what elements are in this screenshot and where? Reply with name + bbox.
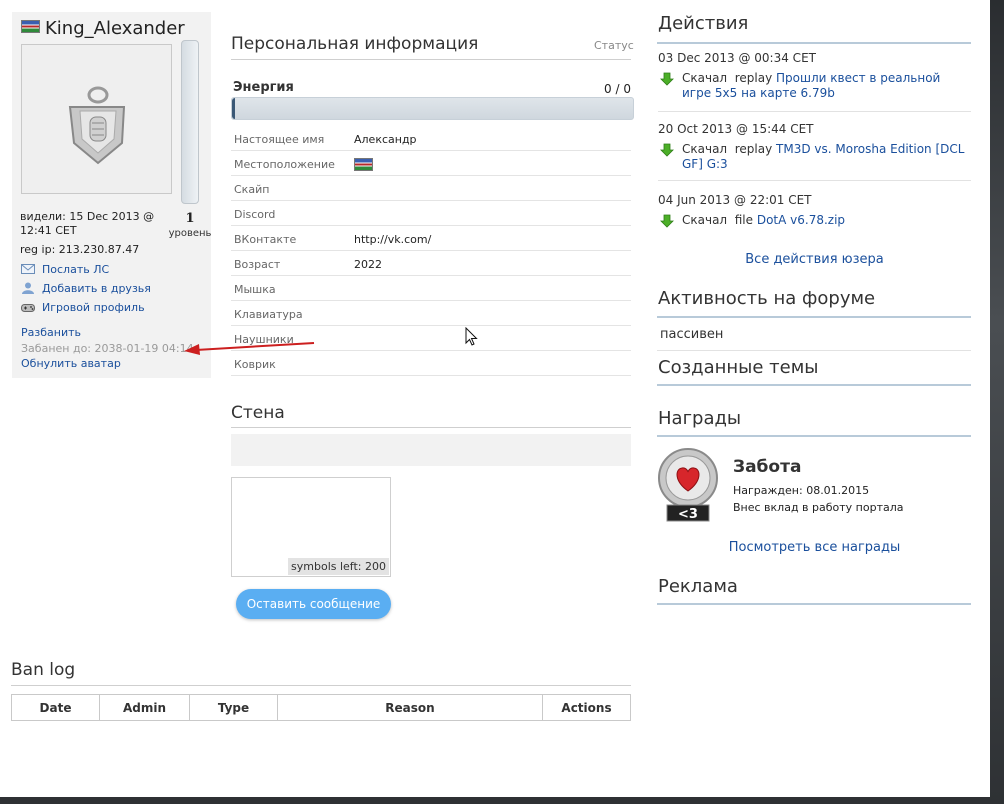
avatar [21,44,172,194]
col-date: Date [11,694,100,721]
col-admin: Admin [99,694,190,721]
window-background-edge [990,0,1004,804]
all-awards-link[interactable]: Посмотреть все награды [658,540,971,555]
window-background-edge [0,797,990,804]
symbols-left-counter: symbols left: 200 [288,558,389,575]
level-label: уровень [168,228,212,239]
awards-title: Награды [658,408,742,429]
wall-title: Стена [231,403,285,423]
ban-log-title: Ban log [11,660,76,680]
level-progress-bar [181,40,199,204]
country-flag-icon [21,20,40,33]
user-add-icon [22,282,34,294]
info-row-skype: Скайп [231,176,631,201]
info-row-vk: ВКонтакте http://vk.com/ [231,226,631,251]
status-label: Статус [594,39,634,52]
award-name: Забота [733,457,802,477]
ban-log-table: Date Admin Type Reason Actions [11,694,631,721]
activity-item: 03 Dec 2013 @ 00:34 CET Скачал replay Пр… [658,51,971,112]
col-actions: Actions [542,694,631,721]
banned-until: Забанен до: 2038-01-19 04:14 [21,342,194,355]
last-seen: видели: 15 Dec 2013 @ 12:41 CET [20,210,155,237]
activity-link[interactable]: DotA v6.78.zip [757,213,845,227]
divider [231,59,631,60]
info-row-keyboard: Клавиатура [231,301,631,326]
unban-link[interactable]: Разбанить [21,326,81,339]
reg-ip: reg ip: 213.230.87.47 [20,243,140,256]
forum-activity-title: Активность на форуме [658,288,876,309]
mouse-cursor-icon [465,327,478,346]
divider [231,427,631,428]
download-arrow-icon [660,143,674,157]
energy-label: Энергия [233,80,294,95]
heart-award-icon: <3 [658,448,718,522]
divider [11,685,631,686]
download-arrow-icon [660,214,674,228]
gamepad-icon [21,304,35,312]
add-friend-link[interactable]: Добавить в друзья [21,282,151,295]
col-reason: Reason [277,694,543,721]
crest-avatar-icon [68,86,126,165]
info-row-discord: Discord [231,201,631,226]
actions-title: Действия [658,13,749,34]
envelope-icon [21,264,35,274]
download-arrow-icon [660,72,674,86]
created-topics-title: Созданные темы [658,357,819,378]
col-type: Type [189,694,278,721]
all-actions-link[interactable]: Все действия юзера [658,252,971,267]
info-row-headphones: Наушники [231,326,631,351]
energy-progress-fill [232,98,235,119]
energy-progress-bar [231,97,634,120]
wall-posts-area [231,434,631,466]
send-message-link[interactable]: Послать ЛС [21,263,109,276]
info-row-location: Местоположение [231,151,631,176]
game-profile-link[interactable]: Игровой профиль [21,301,145,314]
country-flag-icon [354,158,373,171]
divider [657,603,971,605]
divider [657,42,971,44]
personal-info-title: Персональная информация [231,34,479,54]
info-row-age: Возраст 2022 [231,251,631,276]
ads-title: Реклама [658,576,738,597]
personal-info-list: Настоящее имя Александр Местоположение С… [231,126,631,376]
forum-activity-status: пассивен [660,327,724,342]
page: King_Alexander 1 уровень видели: 15 Dec … [0,0,990,797]
level-number: 1 [185,211,195,226]
info-row-mouse: Мышка [231,276,631,301]
energy-value: 0 / 0 [604,82,631,96]
divider [657,350,971,351]
wall-message-input[interactable]: symbols left: 200 [231,477,391,577]
profile-card: King_Alexander 1 уровень видели: 15 Dec … [12,12,211,378]
divider [657,384,971,386]
divider [657,316,971,318]
award-date: Награжден: 08.01.2015 [733,484,870,497]
divider [657,435,971,437]
activity-item: 04 Jun 2013 @ 22:01 CET Скачал file DotA… [658,193,846,228]
post-message-button[interactable]: Оставить сообщение [236,589,391,619]
award-description: Внес вклад в работу портала [733,501,904,514]
svg-text:<3: <3 [678,507,698,522]
table-header-row: Date Admin Type Reason Actions [11,694,631,721]
info-row-mousepad: Коврик [231,351,631,376]
info-row-real-name: Настоящее имя Александр [231,126,631,151]
reset-avatar-link[interactable]: Обнулить аватар [21,357,121,370]
activity-item: 20 Oct 2013 @ 15:44 CET Скачал replay TM… [658,122,971,181]
profile-username: King_Alexander [21,18,185,39]
